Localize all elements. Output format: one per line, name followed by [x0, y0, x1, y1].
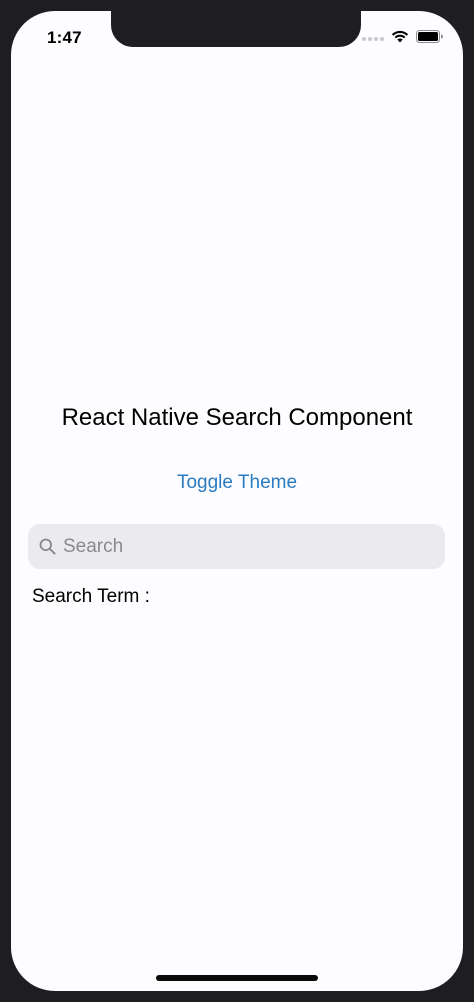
device-notch — [111, 11, 361, 47]
search-term-label: Search Term : — [32, 586, 150, 607]
toggle-theme-label[interactable]: Toggle Theme — [177, 472, 297, 493]
search-input[interactable] — [63, 535, 433, 558]
home-indicator[interactable] — [156, 975, 318, 981]
status-icons — [362, 30, 443, 48]
search-term-row: Search Term : — [32, 586, 150, 608]
wifi-icon — [391, 30, 409, 48]
search-bar[interactable] — [28, 524, 445, 569]
device-frame: 1:47 React Native Search Component Toggl… — [0, 0, 474, 1002]
signal-icon — [362, 37, 384, 41]
status-time: 1:47 — [47, 28, 82, 47]
toggle-theme-button[interactable]: Toggle Theme — [11, 472, 463, 494]
page-title: React Native Search Component — [61, 404, 413, 431]
search-icon — [37, 537, 57, 557]
app-screen: 1:47 React Native Search Component Toggl… — [11, 11, 463, 991]
battery-icon — [416, 30, 443, 48]
